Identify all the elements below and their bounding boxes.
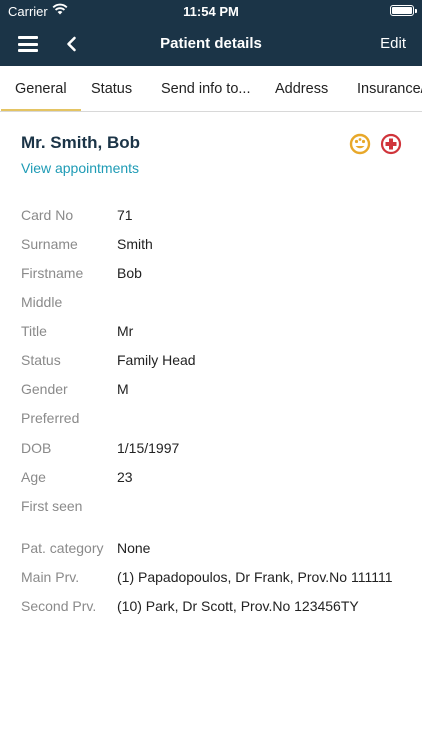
field-label: Gender	[21, 381, 68, 397]
field-surname: Surname Smith	[0, 236, 422, 256]
field-value: 1/15/1997	[117, 440, 180, 456]
field-preferred: Preferred	[0, 410, 422, 430]
field-value: 71	[117, 207, 133, 223]
field-pat-category: Pat. category None	[0, 540, 422, 560]
tab-general[interactable]: General	[1, 66, 81, 111]
page-title: Patient details	[160, 35, 262, 52]
field-label: Title	[21, 323, 47, 339]
field-main-provider: Main Prv. (1) Papadopoulos, Dr Frank, Pr…	[0, 569, 422, 589]
field-value: M	[117, 381, 129, 397]
field-middle: Middle	[0, 294, 422, 314]
status-bar: Carrier 11:54 PM	[0, 0, 422, 22]
field-label: Age	[21, 469, 46, 485]
field-label: DOB	[21, 440, 52, 456]
field-title: Title Mr	[0, 323, 422, 343]
field-value: Smith	[117, 236, 153, 252]
field-value: 23	[117, 469, 133, 485]
field-card-no: Card No 71	[0, 207, 422, 227]
field-value: Bob	[117, 265, 142, 281]
edit-button[interactable]: Edit	[380, 35, 406, 52]
field-value: Family Head	[117, 352, 196, 368]
clock: 11:54 PM	[183, 4, 239, 19]
field-gender: Gender M	[0, 381, 422, 401]
field-value: Mr	[117, 323, 134, 339]
field-label: Surname	[21, 236, 78, 252]
patient-name: Mr. Smith, Bob	[21, 133, 140, 152]
field-value: (10) Park, Dr Scott, Prov.No 123456TY	[117, 598, 359, 614]
field-dob: DOB 1/15/1997	[0, 440, 422, 460]
field-label: Second Prv.	[21, 598, 97, 614]
tab-bar: General Status Send info to... Address I…	[0, 66, 422, 112]
field-label: Card No	[21, 207, 74, 223]
field-second-provider: Second Prv. (10) Park, Dr Scott, Prov.No…	[0, 598, 422, 618]
battery-icon	[390, 5, 417, 16]
tab-insurance[interactable]: Insurance/	[357, 66, 422, 111]
field-label: First seen	[21, 498, 83, 514]
header-bar: Carrier 11:54 PM Patient details Edit	[0, 0, 422, 66]
field-firstname: Firstname Bob	[0, 265, 422, 285]
medical-cross-icon[interactable]	[380, 133, 402, 155]
field-label: Firstname	[21, 265, 84, 281]
field-label: Main Prv.	[21, 569, 80, 585]
field-label: Pat. category	[21, 540, 104, 556]
tab-status[interactable]: Status	[91, 66, 132, 111]
field-label: Middle	[21, 294, 63, 310]
field-status: Status Family Head	[0, 352, 422, 372]
tab-send-info[interactable]: Send info to...	[161, 66, 250, 111]
field-age: Age 23	[0, 469, 422, 489]
field-label: Preferred	[21, 410, 80, 426]
field-first-seen: First seen	[0, 498, 422, 518]
field-label: Status	[21, 352, 61, 368]
field-value: None	[117, 540, 151, 556]
tab-address[interactable]: Address	[275, 66, 328, 111]
view-appointments-link[interactable]: View appointments	[21, 160, 139, 176]
nav-bar: Patient details Edit	[0, 22, 422, 66]
field-value: (1) Papadopoulos, Dr Frank, Prov.No 1111…	[117, 569, 393, 585]
smiley-icon[interactable]	[349, 133, 371, 155]
